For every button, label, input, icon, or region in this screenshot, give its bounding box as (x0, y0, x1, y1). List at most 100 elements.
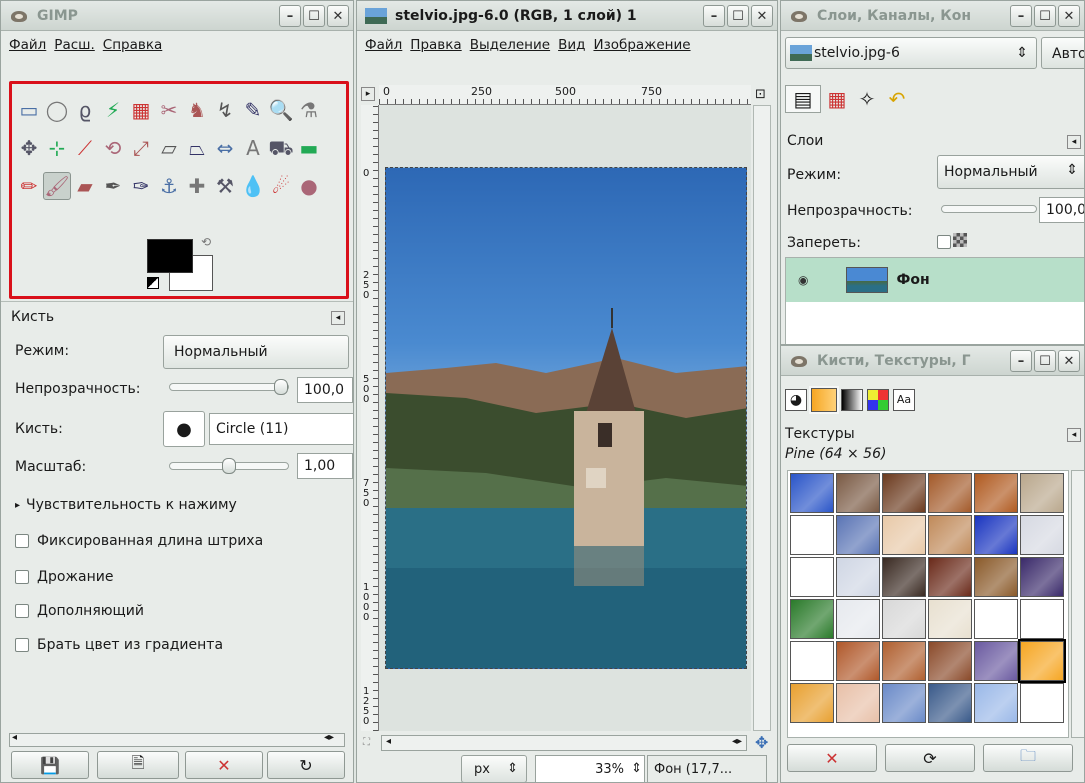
opacity-slider-knob[interactable] (274, 379, 288, 395)
lasso-icon[interactable]: ϱ (71, 96, 99, 124)
pattern-swatch[interactable] (836, 515, 880, 555)
pattern-swatch[interactable] (974, 599, 1018, 639)
move-icon[interactable]: ✥ (15, 134, 43, 162)
minimize-button[interactable]: – (1010, 350, 1032, 372)
rect-select-icon[interactable]: ▭ (15, 96, 43, 124)
opacity-spin[interactable]: 100,0 (297, 377, 353, 403)
tab-channels-icon[interactable]: ▦ (823, 85, 851, 113)
scale-slider[interactable] (169, 458, 289, 474)
checkbox-jitter[interactable]: Дрожание (15, 569, 113, 585)
toolbox-titlebar[interactable]: GIMP – ☐ ✕ (1, 1, 353, 31)
align-icon[interactable]: ⊹ (43, 134, 71, 162)
image-vscrollbar[interactable] (753, 105, 771, 731)
open-pattern-button[interactable]: 🗀 (983, 744, 1073, 772)
minimize-button[interactable]: – (279, 5, 301, 27)
scroll-right-icon[interactable]: ◂▸ (732, 736, 742, 747)
refresh-patterns-button[interactable]: ⟳ (885, 744, 975, 772)
foreground-select-icon[interactable]: ♞ (183, 96, 211, 124)
maximize-button[interactable]: ☐ (727, 5, 749, 27)
menu-image[interactable]: Изображение (593, 37, 690, 53)
patterns-titlebar[interactable]: Кисти, Текстуры, Г – ☐ ✕ (781, 346, 1084, 376)
layer-opacity-slider[interactable] (941, 205, 1037, 213)
swap-colors-icon[interactable]: ⟲ (201, 235, 211, 249)
pattern-swatch[interactable] (928, 599, 972, 639)
pattern-swatch[interactable] (928, 641, 972, 681)
image-photo[interactable] (385, 167, 747, 669)
color-select-icon[interactable]: ▦ (127, 96, 155, 124)
crop-icon[interactable]: ⟋ (71, 134, 99, 162)
close-button[interactable]: ✕ (327, 5, 349, 27)
toolbox-hscrollbar[interactable]: ◂ ◂▸ (9, 732, 345, 747)
menu-file[interactable]: Файл (9, 37, 46, 53)
layer-opacity-spin[interactable]: 100,0 (1039, 197, 1084, 223)
pattern-grid[interactable] (787, 470, 1069, 738)
ruler-corner-button[interactable]: ▸ (361, 87, 375, 101)
tab-layers-icon[interactable]: ▤ (785, 85, 821, 113)
scale-spin[interactable]: 1,00 (297, 453, 353, 479)
restore-options-button[interactable]: 🗎 (97, 751, 179, 779)
pattern-swatch[interactable] (974, 683, 1018, 723)
unit-select[interactable]: px ⇕ (461, 755, 527, 782)
pattern-swatch[interactable] (790, 557, 834, 597)
lock-alpha-checkbox[interactable] (937, 235, 951, 249)
pattern-swatch[interactable] (974, 473, 1018, 513)
image-titlebar[interactable]: stelvio.jpg-6.0 (RGB, 1 слой) 1 – ☐ ✕ (357, 1, 777, 31)
pattern-swatch[interactable] (790, 641, 834, 681)
pattern-swatch[interactable] (1020, 515, 1064, 555)
close-button[interactable]: ✕ (1058, 5, 1080, 27)
tab-gradients-icon[interactable] (841, 389, 863, 411)
sensitivity-expander[interactable]: ▸ Чувствительность к нажиму (15, 497, 237, 513)
pattern-swatch[interactable] (836, 473, 880, 513)
rotate-icon[interactable]: ⟲ (99, 134, 127, 162)
pattern-swatch[interactable] (836, 599, 880, 639)
menu-help[interactable]: Справка (103, 37, 162, 53)
menu-file[interactable]: Файл (365, 37, 402, 53)
layer-row[interactable]: ◉ Фон (786, 258, 1084, 302)
foreground-color-swatch[interactable] (147, 239, 193, 273)
pattern-swatch[interactable] (836, 557, 880, 597)
pattern-swatch[interactable] (974, 641, 1018, 681)
default-colors-icon[interactable] (147, 277, 159, 289)
minimize-button[interactable]: – (1010, 5, 1032, 27)
menu-view[interactable]: Вид (558, 37, 585, 53)
pattern-swatch[interactable] (928, 515, 972, 555)
canvas-area[interactable] (379, 105, 751, 731)
pattern-swatch[interactable] (928, 683, 972, 723)
scroll-left-icon[interactable]: ◂ (12, 732, 17, 743)
zoom-icon[interactable]: 🔍 (267, 96, 295, 124)
save-options-button[interactable]: 💾 (11, 751, 89, 779)
pattern-swatch[interactable] (1020, 599, 1064, 639)
tab-palettes-icon[interactable] (867, 389, 889, 411)
pattern-swatch[interactable] (882, 599, 926, 639)
scale-slider-knob[interactable] (222, 458, 236, 474)
flip-icon[interactable]: ⇔ (211, 134, 239, 162)
blend-icon[interactable]: ▬ (295, 134, 323, 162)
blur-icon[interactable]: 💧 (239, 172, 267, 200)
measure-icon[interactable]: ⚗ (295, 96, 323, 124)
paintbrush-icon[interactable]: 🖌 (43, 172, 71, 200)
color-picker-icon[interactable]: ✎ (239, 96, 267, 124)
ellipse-select-icon[interactable]: ◯ (43, 96, 71, 124)
maximize-button[interactable]: ☐ (1034, 5, 1056, 27)
brush-name-field[interactable]: Circle (11) (209, 413, 353, 445)
checkbox-box[interactable] (15, 604, 29, 618)
eraser-icon[interactable]: ▰ (71, 172, 99, 200)
shear-icon[interactable]: ▱ (155, 134, 183, 162)
tab-fonts-icon[interactable]: Aa (893, 389, 915, 411)
text-icon[interactable]: A (239, 134, 267, 162)
panel-menu-icon[interactable]: ◂ (1067, 428, 1081, 442)
menu-select[interactable]: Выделение (470, 37, 550, 53)
maximize-button[interactable]: ☐ (303, 5, 325, 27)
pencil-icon[interactable]: ✏ (15, 172, 43, 200)
delete-pattern-button[interactable]: ✕ (787, 744, 877, 772)
dodge-burn-icon[interactable]: ● (295, 172, 323, 200)
pattern-swatch[interactable] (790, 473, 834, 513)
checkbox-gradient-color[interactable]: Брать цвет из градиента (15, 637, 223, 653)
delete-options-button[interactable]: ✕ (185, 751, 263, 779)
tab-patterns-icon[interactable] (809, 386, 839, 414)
tab-paths-icon[interactable]: ✧ (853, 85, 881, 113)
checkbox-box[interactable] (15, 570, 29, 584)
zoom-fit-icon[interactable]: ⊡ (755, 87, 766, 102)
auto-button[interactable]: Авто (1041, 37, 1084, 69)
checkbox-box[interactable] (15, 638, 29, 652)
